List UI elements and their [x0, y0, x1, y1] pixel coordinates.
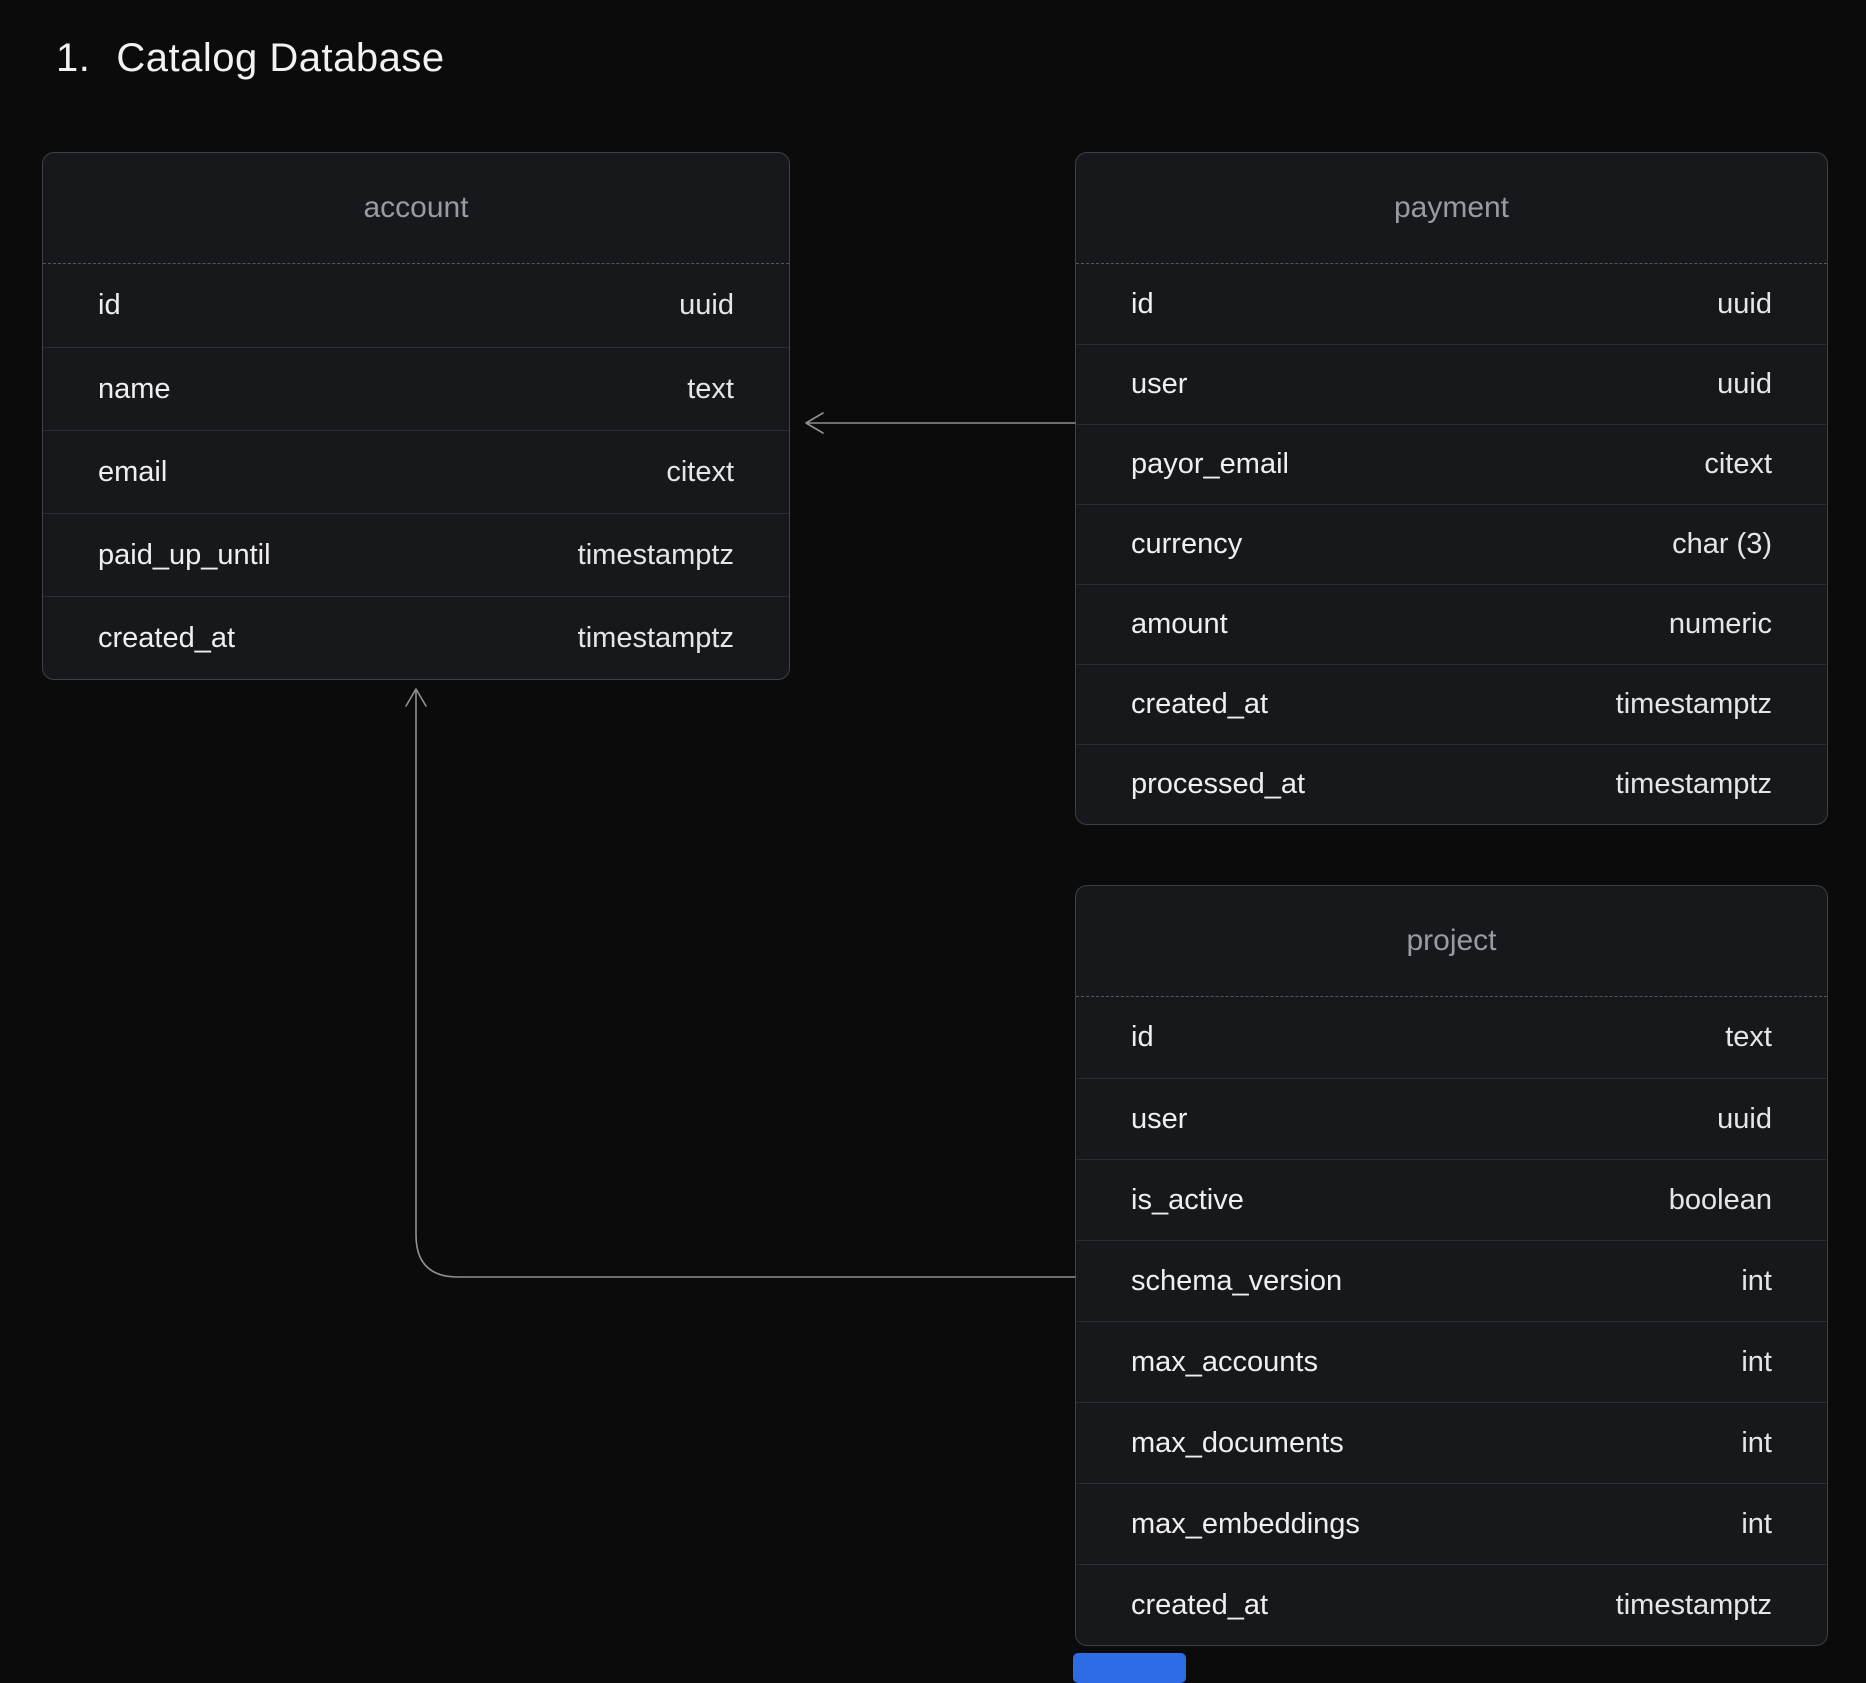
- relation-arrow-project-account: [406, 689, 1075, 1277]
- field-row: max_documents int: [1076, 1402, 1827, 1483]
- field-name: processed_at: [1131, 768, 1305, 801]
- field-type: char (3): [1672, 528, 1772, 561]
- field-row: name text: [43, 347, 789, 430]
- field-type: timestamptz: [1616, 1589, 1772, 1622]
- field-name: max_embeddings: [1131, 1508, 1360, 1541]
- field-row: user uuid: [1076, 1078, 1827, 1159]
- field-row: id text: [1076, 997, 1827, 1078]
- field-name: schema_version: [1131, 1265, 1342, 1298]
- field-row: max_embeddings int: [1076, 1483, 1827, 1564]
- field-type: uuid: [679, 289, 734, 322]
- field-row: created_at timestamptz: [1076, 1564, 1827, 1645]
- field-type: text: [1725, 1021, 1772, 1054]
- field-name: name: [98, 373, 171, 406]
- field-type: int: [1741, 1508, 1772, 1541]
- field-type: numeric: [1669, 608, 1772, 641]
- field-type: uuid: [1717, 288, 1772, 321]
- table-title: account: [43, 153, 789, 264]
- field-type: uuid: [1717, 368, 1772, 401]
- field-type: timestamptz: [1616, 768, 1772, 801]
- field-name: created_at: [1131, 688, 1268, 721]
- field-type: timestamptz: [578, 622, 734, 655]
- field-row: is_active boolean: [1076, 1159, 1827, 1240]
- table-node-payment[interactable]: payment id uuid user uuid payor_email ci…: [1075, 152, 1828, 825]
- field-row: user uuid: [1076, 344, 1827, 424]
- field-name: currency: [1131, 528, 1242, 561]
- field-row: created_at timestamptz: [1076, 664, 1827, 744]
- field-name: max_accounts: [1131, 1346, 1318, 1379]
- table-node-account[interactable]: account id uuid name text email citext p…: [42, 152, 790, 680]
- field-row: id uuid: [1076, 264, 1827, 344]
- field-name: created_at: [1131, 1589, 1268, 1622]
- field-name: user: [1131, 368, 1187, 401]
- field-name: id: [1131, 288, 1154, 321]
- field-row: email citext: [43, 430, 789, 513]
- field-row: amount numeric: [1076, 584, 1827, 664]
- field-type: timestamptz: [1616, 688, 1772, 721]
- field-row: schema_version int: [1076, 1240, 1827, 1321]
- field-name: max_documents: [1131, 1427, 1344, 1460]
- field-type: citext: [1704, 448, 1772, 481]
- table-title: project: [1076, 886, 1827, 997]
- page-title: 1. Catalog Database: [56, 36, 445, 81]
- table-node-project[interactable]: project id text user uuid is_active bool…: [1075, 885, 1828, 1646]
- page-title-number: 1.: [56, 36, 90, 81]
- field-name: amount: [1131, 608, 1228, 641]
- field-type: uuid: [1717, 1103, 1772, 1136]
- field-name: email: [98, 456, 167, 489]
- field-type: int: [1741, 1427, 1772, 1460]
- partial-node[interactable]: [1073, 1653, 1186, 1683]
- field-name: paid_up_until: [98, 539, 271, 572]
- field-type: boolean: [1669, 1184, 1772, 1217]
- field-type: int: [1741, 1346, 1772, 1379]
- field-name: is_active: [1131, 1184, 1244, 1217]
- field-type: text: [687, 373, 734, 406]
- table-title: payment: [1076, 153, 1827, 264]
- relation-arrow-payment-account: [806, 413, 1075, 433]
- page-title-text: Catalog Database: [116, 36, 444, 81]
- field-row: paid_up_until timestamptz: [43, 513, 789, 596]
- field-row: max_accounts int: [1076, 1321, 1827, 1402]
- field-name: user: [1131, 1103, 1187, 1136]
- field-type: citext: [666, 456, 734, 489]
- field-row: payor_email citext: [1076, 424, 1827, 504]
- field-name: id: [1131, 1021, 1154, 1054]
- field-type: int: [1741, 1265, 1772, 1298]
- field-name: payor_email: [1131, 448, 1289, 481]
- field-row: currency char (3): [1076, 504, 1827, 584]
- field-type: timestamptz: [578, 539, 734, 572]
- field-name: created_at: [98, 622, 235, 655]
- field-name: id: [98, 289, 121, 322]
- field-row: processed_at timestamptz: [1076, 744, 1827, 824]
- field-row: created_at timestamptz: [43, 596, 789, 679]
- field-row: id uuid: [43, 264, 789, 347]
